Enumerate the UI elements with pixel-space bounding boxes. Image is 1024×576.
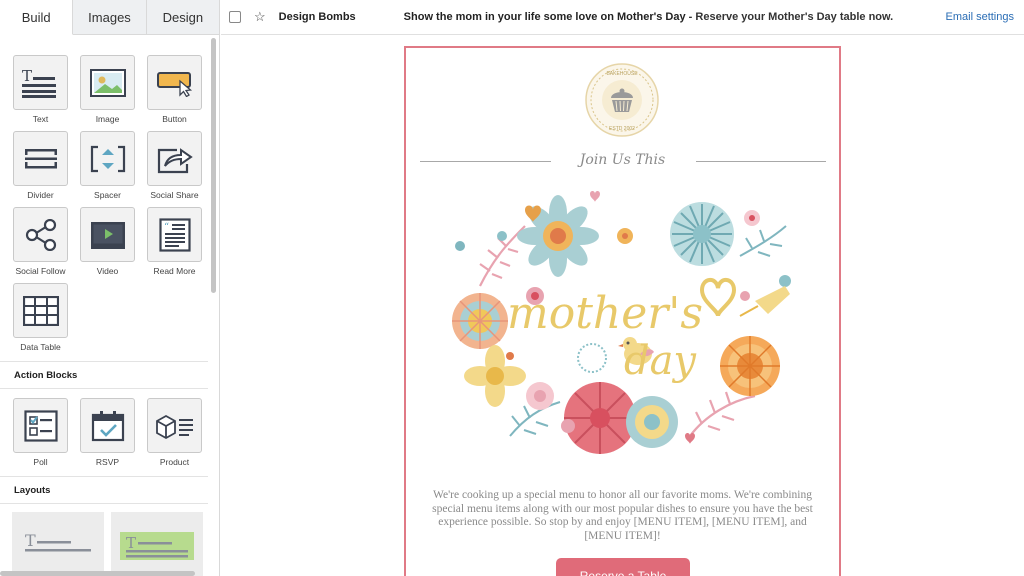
sidebar-scrollbar-thumb[interactable] [211,38,216,293]
block-rsvp[interactable]: RSVP [74,398,141,474]
image-icon [80,55,135,110]
yellow-flower-icon [464,345,526,407]
star-icon[interactable]: ☆ [254,9,266,25]
sidebar-tabs: Build Images Design [0,0,219,35]
yellow-tulip-icon [739,286,790,317]
subject-text: Show the mom in your life some love on M… [403,11,686,23]
layout-text-highlight[interactable]: T [111,512,203,576]
product-icon [147,398,202,453]
mothers-day-floral-image[interactable]: mother's day [440,186,806,476]
email-body-text: We're cooking up a special menu to honor… [432,489,813,542]
block-spacer-label: Spacer [94,190,121,200]
block-rsvp-label: RSVP [95,457,120,467]
logo-top-text: BAKEHOUSE [606,71,638,77]
hero-title-day: day [624,338,697,384]
block-video-label: Video [96,266,119,276]
sidebar-horizontal-scrollbar-thumb[interactable] [0,571,195,576]
email-canvas: BAKEHOUSE ESTD 2002 Join Us This mother'… [221,36,1024,576]
tab-images[interactable]: Images [73,0,147,34]
block-image[interactable]: Image [74,55,141,131]
block-social-follow-label: Social Follow [15,266,66,276]
block-divider-label: Divider [27,190,54,200]
teal-yellow-flower-icon [626,396,678,448]
button-icon [147,55,202,110]
block-spacer[interactable]: Spacer [74,131,141,207]
block-social-share[interactable]: Social Share [141,131,208,207]
heading-rule-right [696,161,826,162]
block-button-label: Button [162,114,187,124]
social-follow-icon [13,207,68,262]
subject-line: Show the mom in your life some love on M… [404,11,894,23]
sidebar-horizontal-scrollbar[interactable] [0,570,208,576]
reserve-table-button[interactable]: Reserve a Table [556,558,690,576]
red-chrysanthemum-icon [564,382,636,454]
block-social-share-label: Social Share [150,190,199,200]
block-palette: T Text Image Button Divider Spacer Socia… [0,36,208,576]
svg-text:T: T [25,532,36,550]
email-settings-link[interactable]: Email settings [946,11,1014,23]
block-button[interactable]: Button [141,55,208,131]
block-read-more-label: Read More [153,266,196,276]
teal-chrysanthemum-icon [670,202,734,266]
data-table-icon [13,283,68,338]
action-blocks-grid: Poll RSVP Product [0,389,208,474]
block-poll[interactable]: Poll [7,398,74,474]
sidebar-scrollbar[interactable] [209,36,217,576]
rsvp-icon [80,398,135,453]
spacer-icon [80,131,135,186]
builder-sidebar: Build Images Design T Text Image Button … [0,0,220,576]
block-data-table-label: Data Table [20,342,61,352]
inbox-preview-bar: ☆ Design Bombs Show the mom in your life… [221,0,1024,35]
salmon-flower-icon [452,293,508,349]
block-product-label: Product [159,457,190,467]
text-icon: T [13,55,68,110]
block-read-more[interactable]: “ Read More [141,207,208,283]
block-image-label: Image [95,114,120,124]
social-share-icon [147,131,202,186]
tab-build[interactable]: Build [0,0,74,35]
tab-design[interactable]: Design [146,0,219,34]
logo-bottom-text: ESTD 2002 [609,126,635,132]
svg-text:“: “ [164,222,169,233]
svg-text:T: T [126,534,136,552]
gold-heart-icon [699,278,737,317]
layouts-title: Layouts [0,476,208,504]
layout-text-only[interactable]: T [12,512,104,576]
block-text-label: Text [32,114,49,124]
dandelion-icon [577,343,607,373]
small-heart-icon [590,191,600,202]
orange-chrysanthemum-icon [720,336,780,396]
sender-name: Design Bombs [278,11,356,23]
block-text[interactable]: T Text [7,55,74,131]
block-product[interactable]: Product [141,398,208,474]
layout-highlight-icon: T [120,532,194,560]
block-data-table[interactable]: Data Table [7,283,74,359]
block-divider[interactable]: Divider [7,131,74,207]
layout-text-icon: T [25,532,91,552]
layouts-list: T T [0,504,208,576]
email-body[interactable]: BAKEHOUSE ESTD 2002 Join Us This mother'… [404,46,841,576]
action-blocks-title: Action Blocks [0,361,208,389]
video-icon [80,207,135,262]
select-checkbox[interactable] [229,11,241,23]
read-more-icon: “ [147,207,202,262]
block-social-follow[interactable]: Social Follow [7,207,74,283]
poll-icon [13,398,68,453]
block-poll-label: Poll [33,457,48,467]
svg-text:T: T [22,68,32,85]
email-heading: Join Us This [579,152,666,168]
hero-title-mothers: mother's [507,288,703,339]
email-builder: Build Images Design T Text Image Button … [0,0,1024,576]
content-blocks-grid: T Text Image Button Divider Spacer Socia… [0,36,208,359]
bakehouse-logo: BAKEHOUSE ESTD 2002 [585,63,659,137]
block-video[interactable]: Video [74,207,141,283]
divider-icon [13,131,68,186]
preheader-text: - Reserve your Mother's Day table now. [685,11,894,23]
